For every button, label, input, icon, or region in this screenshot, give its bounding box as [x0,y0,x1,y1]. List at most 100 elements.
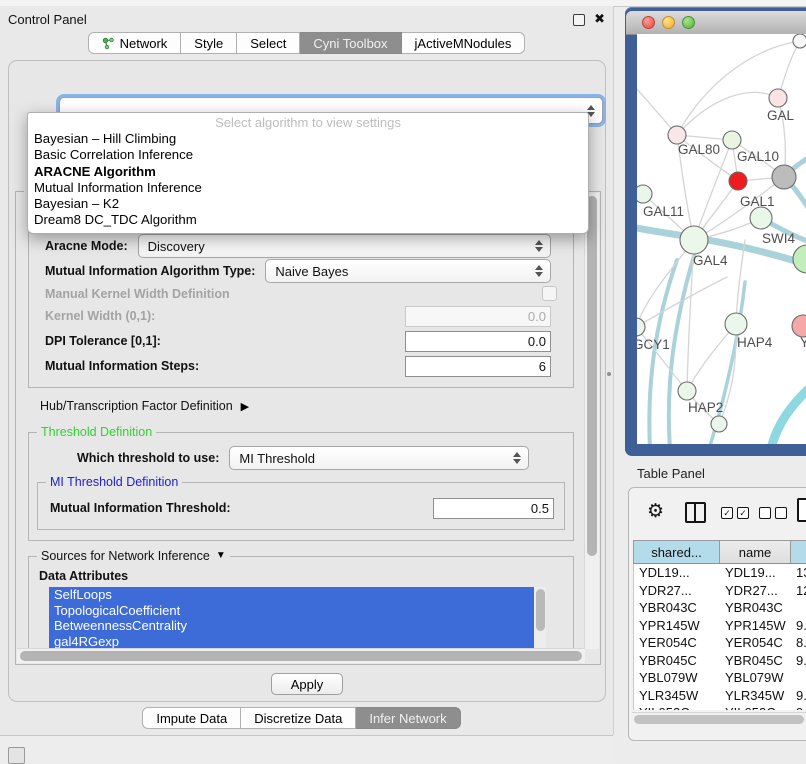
table-row[interactable]: YBR045CYBR045C9. [634,652,806,670]
manual-kernel-checkbox[interactable] [542,286,557,301]
which-threshold-select[interactable]: MI Threshold [229,446,529,470]
table-cell: YLR345W [634,688,720,703]
attribute-item-topologicalcoefficient[interactable]: TopologicalCoefficient [49,603,546,619]
network-node-swi4[interactable] [793,245,806,273]
close-window-button[interactable] [642,16,655,29]
settings-content: Algorithm Definition Aracne Mode: Discov… [18,194,584,648]
network-node-gal10[interactable] [723,131,741,149]
dock-grip-icon[interactable] [8,747,25,764]
dropdown-item-bayesian-hill-climbing[interactable]: Bayesian – Hill Climbing [28,131,588,147]
dropdown-item-aracne-algorithm[interactable]: ARACNE Algorithm [28,164,588,180]
float-panel-icon[interactable] [573,14,585,26]
tab-style[interactable]: Style [181,32,237,54]
network-node-gcy1[interactable] [637,318,645,336]
kernel-width-field[interactable]: 0.0 [405,306,551,327]
document-icon[interactable] [797,498,806,522]
network-edge[interactable] [677,92,778,135]
attribute-item-gal4rgexp[interactable]: gal4RGexp [49,634,546,648]
network-node[interactable] [711,416,727,432]
network-edge[interactable] [771,383,806,444]
tab-infer-network[interactable]: Infer Network [356,707,460,729]
data-attributes-list[interactable]: SelfLoopsTopologicalCoefficientBetweenne… [49,587,546,648]
table-row[interactable]: YLR345WYLR345W9. [634,687,806,705]
column-header-a[interactable]: A [791,541,806,563]
table-cell: YLR345W [720,688,791,703]
dropdown-item-bayesian-k2[interactable]: Bayesian – K2 [28,196,588,212]
aracne-mode-select[interactable]: Discovery [138,234,551,258]
scrollbar-thumb[interactable] [587,196,597,556]
network-canvas[interactable]: GALGAL80GAL10GAL11GAL1GAL4SWI4GCY1HAP4YH… [637,34,806,444]
table-cell: 9. [791,618,806,633]
node-label-gal1: GAL1 [740,194,775,209]
network-node-hap2[interactable] [678,382,696,400]
which-threshold-row: Which threshold to use: MI Threshold [33,446,569,470]
network-window[interactable]: GALGAL80GAL10GAL11GAL1GAL4SWI4GCY1HAP4YH… [625,7,806,456]
tab-label: Network [120,36,168,51]
deselect-all-icon[interactable] [759,507,787,519]
scrollbar-thumb[interactable] [634,715,804,724]
settings-vertical-scrollbar[interactable] [584,193,599,649]
mi-steps-field[interactable]: 6 [405,356,551,377]
table-row[interactable]: YIL052CYIL052C9 [634,704,806,710]
network-node-y[interactable] [792,315,806,337]
scrollbar-thumb[interactable] [536,589,545,631]
tab-discretize-data[interactable]: Discretize Data [241,707,356,729]
column-header-shared[interactable]: shared... [634,541,720,563]
network-node-hap4[interactable] [725,313,747,335]
tab-select[interactable]: Select [237,32,300,54]
tab-label: Discretize Data [254,711,342,726]
column-header-name[interactable]: name [720,541,791,563]
dpi-tolerance-field[interactable]: 0.0 [405,331,551,352]
table-row[interactable]: YDL19...YDL19...13 [634,564,806,582]
mi-type-select[interactable]: Naive Bayes [265,259,551,283]
attribute-item-selfloops[interactable]: SelfLoops [49,587,546,603]
collapse-down-icon[interactable]: ▼ [216,549,226,563]
split-pane-handle[interactable] [607,372,611,376]
network-node[interactable] [772,165,796,189]
mi-threshold-field[interactable]: 0.5 [433,498,554,519]
close-panel-icon[interactable]: ✖ [594,11,605,27]
settings-horizontal-scrollbar[interactable] [17,648,585,663]
table-row[interactable]: YER054CYER054C8. [634,634,806,652]
gear-icon[interactable]: ⚙ [647,501,664,523]
node-label-gal11: GAL11 [643,204,684,219]
attributes-scrollbar[interactable] [534,587,546,648]
network-edge[interactable] [669,256,694,444]
mi-threshold-label: Mutual Information Threshold: [42,501,231,515]
table-row[interactable]: YDR27...YDR27...12 [634,582,806,600]
table-row[interactable]: YPR145WYPR145W9. [634,617,806,635]
network-graph[interactable]: GALGAL80GAL10GAL11GAL1GAL4SWI4GCY1HAP4YH… [637,34,806,444]
mi-type-value: Naive Bayes [266,264,531,279]
tab-network[interactable]: Network [88,32,182,54]
tab-cyni-toolbox[interactable]: Cyni Toolbox [300,32,401,54]
network-node-gal1[interactable] [750,207,772,229]
hub-definition-toggle[interactable]: Hub/Transcription Factor Definition ▶ [40,399,584,413]
dropdown-item-dream8-dc-tdc-algorithm[interactable]: Dream8 DC_TDC Algorithm [28,212,588,228]
select-all-icon[interactable]: ✓ ✓ [721,507,749,519]
table-cell: YDL19... [634,565,720,580]
minimize-window-button[interactable] [662,16,675,29]
table-horizontal-scrollbar[interactable] [632,712,806,725]
attribute-item-betweennesscentrality[interactable]: BetweennessCentrality [49,618,546,634]
dpi-tolerance-label: DPI Tolerance [0,1]: [37,334,161,348]
network-node[interactable] [793,34,806,48]
algorithm-dropdown-popup: Select algorithm to view settings Bayesi… [27,112,589,234]
column-view-icon[interactable] [685,502,706,523]
network-node-gal11[interactable] [637,185,652,203]
network-node-gal[interactable] [769,89,787,107]
sources-title: Sources for Network Inference▼ [37,549,230,563]
scrollbar-thumb[interactable] [20,651,582,661]
tab-impute-data[interactable]: Impute Data [142,707,241,729]
network-node-gal4[interactable] [680,226,708,254]
node-label-gal10: GAL10 [737,149,779,164]
table-row[interactable]: YBL079WYBL079W [634,669,806,687]
table-row[interactable]: YBR043CYBR043C [634,599,806,617]
network-node[interactable] [729,172,747,190]
dropdown-item-basic-correlation-inference[interactable]: Basic Correlation Inference [28,147,588,163]
zoom-window-button[interactable] [682,16,695,29]
apply-button[interactable]: Apply [271,673,343,695]
tab-jactivemnodules[interactable]: jActiveMNodules [402,32,526,54]
table-header-row: shared...nameA [633,540,806,564]
dropdown-item-mutual-information-inference[interactable]: Mutual Information Inference [28,180,588,196]
network-window-titlebar[interactable] [626,11,806,35]
